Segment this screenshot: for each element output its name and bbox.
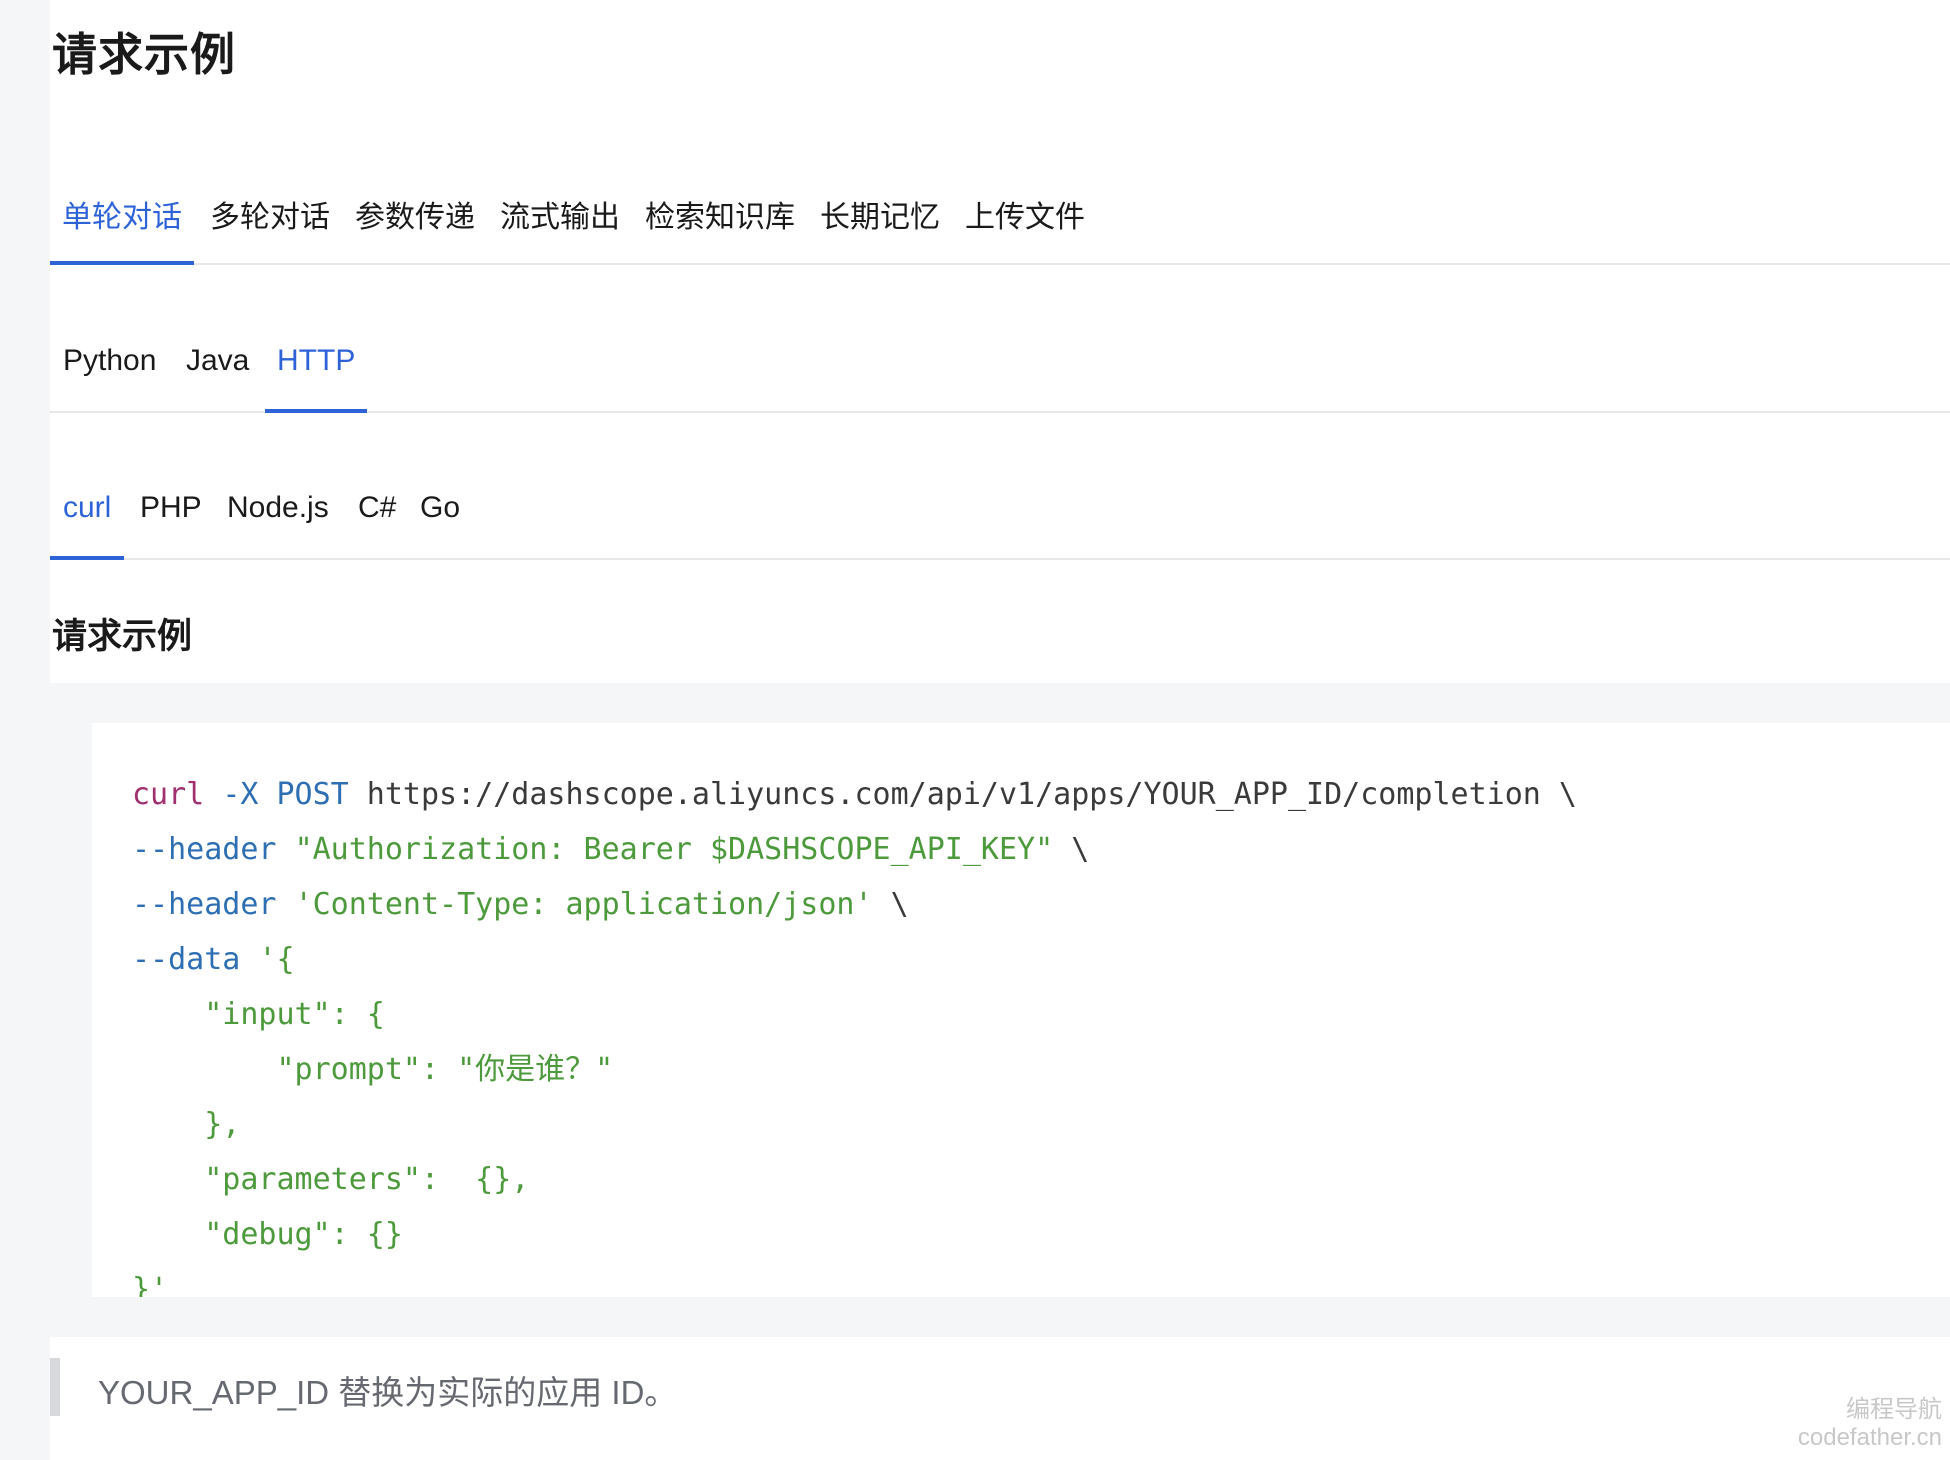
code-token: '{ [258, 942, 295, 977]
tab-label: 参数传递 [355, 200, 475, 235]
code-line: --header "Authorization: Bearer $DASHSCO… [132, 822, 1577, 877]
tab-label: Java [186, 343, 250, 377]
code-line: --header 'Content-Type: application/json… [132, 877, 1577, 932]
code-token: "parameters": {}, [132, 1162, 530, 1197]
tab-label: HTTP [277, 343, 356, 377]
code-token: }, [132, 1107, 241, 1142]
code-token: "Authorization: Bearer $DASHSCOPE_API_KE… [294, 832, 1054, 867]
code-line: "input": { [132, 987, 1577, 1042]
code-token: \ [1053, 832, 1090, 867]
tab-label: 长期记忆 [820, 200, 940, 235]
code-token: "input": { [132, 997, 385, 1032]
code-line: curl -X POST https://dashscope.aliyuncs.… [132, 767, 1577, 822]
tab-knowledge-base[interactable]: 检索知识库 [645, 165, 795, 263]
active-tab-indicator [50, 261, 194, 265]
tab-long-term-memory[interactable]: 长期记忆 [820, 165, 940, 263]
tab-single-turn[interactable]: 单轮对话 [50, 165, 194, 265]
tab-streaming[interactable]: 流式输出 [500, 165, 620, 263]
code-token: "prompt": "你是谁？" [132, 1052, 614, 1087]
code-token: --data [132, 942, 241, 977]
active-tab-indicator [50, 556, 125, 560]
tab-curl[interactable]: curl [50, 458, 125, 560]
language-tabbar: Python Java HTTP [50, 310, 1950, 413]
code-line: }' [132, 1262, 1577, 1297]
tab-label: 多轮对话 [210, 200, 330, 235]
tab-label: 流式输出 [500, 200, 620, 235]
tab-label: 检索知识库 [645, 200, 795, 235]
watermark-line1: 编程导航 [1846, 1396, 1942, 1423]
note-callout: YOUR_APP_ID 替换为实际的应用 ID。 [50, 1358, 1950, 1416]
code-line: "parameters": {}, [132, 1152, 1577, 1207]
code-token: --header [132, 832, 277, 867]
tab-label: 单轮对话 [62, 200, 182, 235]
code-content[interactable]: curl -X POST https://dashscope.aliyuncs.… [132, 767, 1577, 1297]
tab-label: C# [358, 491, 397, 524]
code-token: -X POST [222, 777, 349, 812]
tab-label: Python [63, 343, 157, 377]
section-title: 请求示例 [52, 617, 193, 657]
code-block[interactable]: curl -X POST https://dashscope.aliyuncs.… [92, 723, 1950, 1297]
left-gutter [0, 0, 50, 1460]
code-line: }, [132, 1097, 1577, 1152]
code-line: --data '{ [132, 932, 1577, 987]
tab-label: Go [420, 491, 461, 524]
tab-label: Node.js [227, 491, 329, 524]
watermark-line2: codefather.cn [1797, 1424, 1942, 1451]
tab-http[interactable]: HTTP [265, 310, 368, 413]
code-token: "debug": {} [132, 1217, 403, 1252]
tab-php[interactable]: PHP [140, 458, 202, 558]
tab-label: curl [63, 491, 112, 524]
page-title: 请求示例 [52, 28, 237, 81]
tab-label: PHP [140, 491, 202, 524]
note-accent-bar [50, 1358, 60, 1416]
tab-python[interactable]: Python [63, 310, 156, 411]
watermark: 编程导航 codefather.cn [1798, 1396, 1942, 1452]
code-block-container: curl -X POST https://dashscope.aliyuncs.… [50, 683, 1950, 1337]
client-tabbar: curl PHP Node.js C# Go [50, 458, 1950, 560]
code-token: 'Content-Type: application/json' [294, 887, 873, 922]
scenario-tabbar: 单轮对话 多轮对话 参数传递 流式输出 检索知识库 长期记忆 上传文件 [50, 165, 1950, 265]
code-token: --header [132, 887, 277, 922]
code-token: curl [132, 777, 205, 812]
tab-multi-turn[interactable]: 多轮对话 [210, 165, 330, 263]
doc-page: 请求示例 单轮对话 多轮对话 参数传递 流式输出 检索知识库 长期记忆 上传文件… [50, 0, 1950, 1460]
code-line: "debug": {} [132, 1207, 1577, 1262]
note-text: YOUR_APP_ID 替换为实际的应用 ID。 [98, 1374, 678, 1411]
code-token: }' [132, 1272, 169, 1297]
tab-parameters[interactable]: 参数传递 [355, 165, 475, 263]
tab-java[interactable]: Java [186, 310, 249, 411]
tab-upload-file[interactable]: 上传文件 [965, 165, 1085, 263]
tab-go[interactable]: Go [420, 458, 460, 558]
tab-csharp[interactable]: C# [358, 458, 396, 558]
active-tab-indicator [265, 409, 368, 413]
tab-nodejs[interactable]: Node.js [227, 458, 329, 558]
code-token: \ [872, 887, 909, 922]
code-line: "prompt": "你是谁？" [132, 1042, 1577, 1097]
tab-label: 上传文件 [965, 200, 1085, 235]
code-token: https://dashscope.aliyuncs.com/api/v1/ap… [348, 777, 1577, 812]
